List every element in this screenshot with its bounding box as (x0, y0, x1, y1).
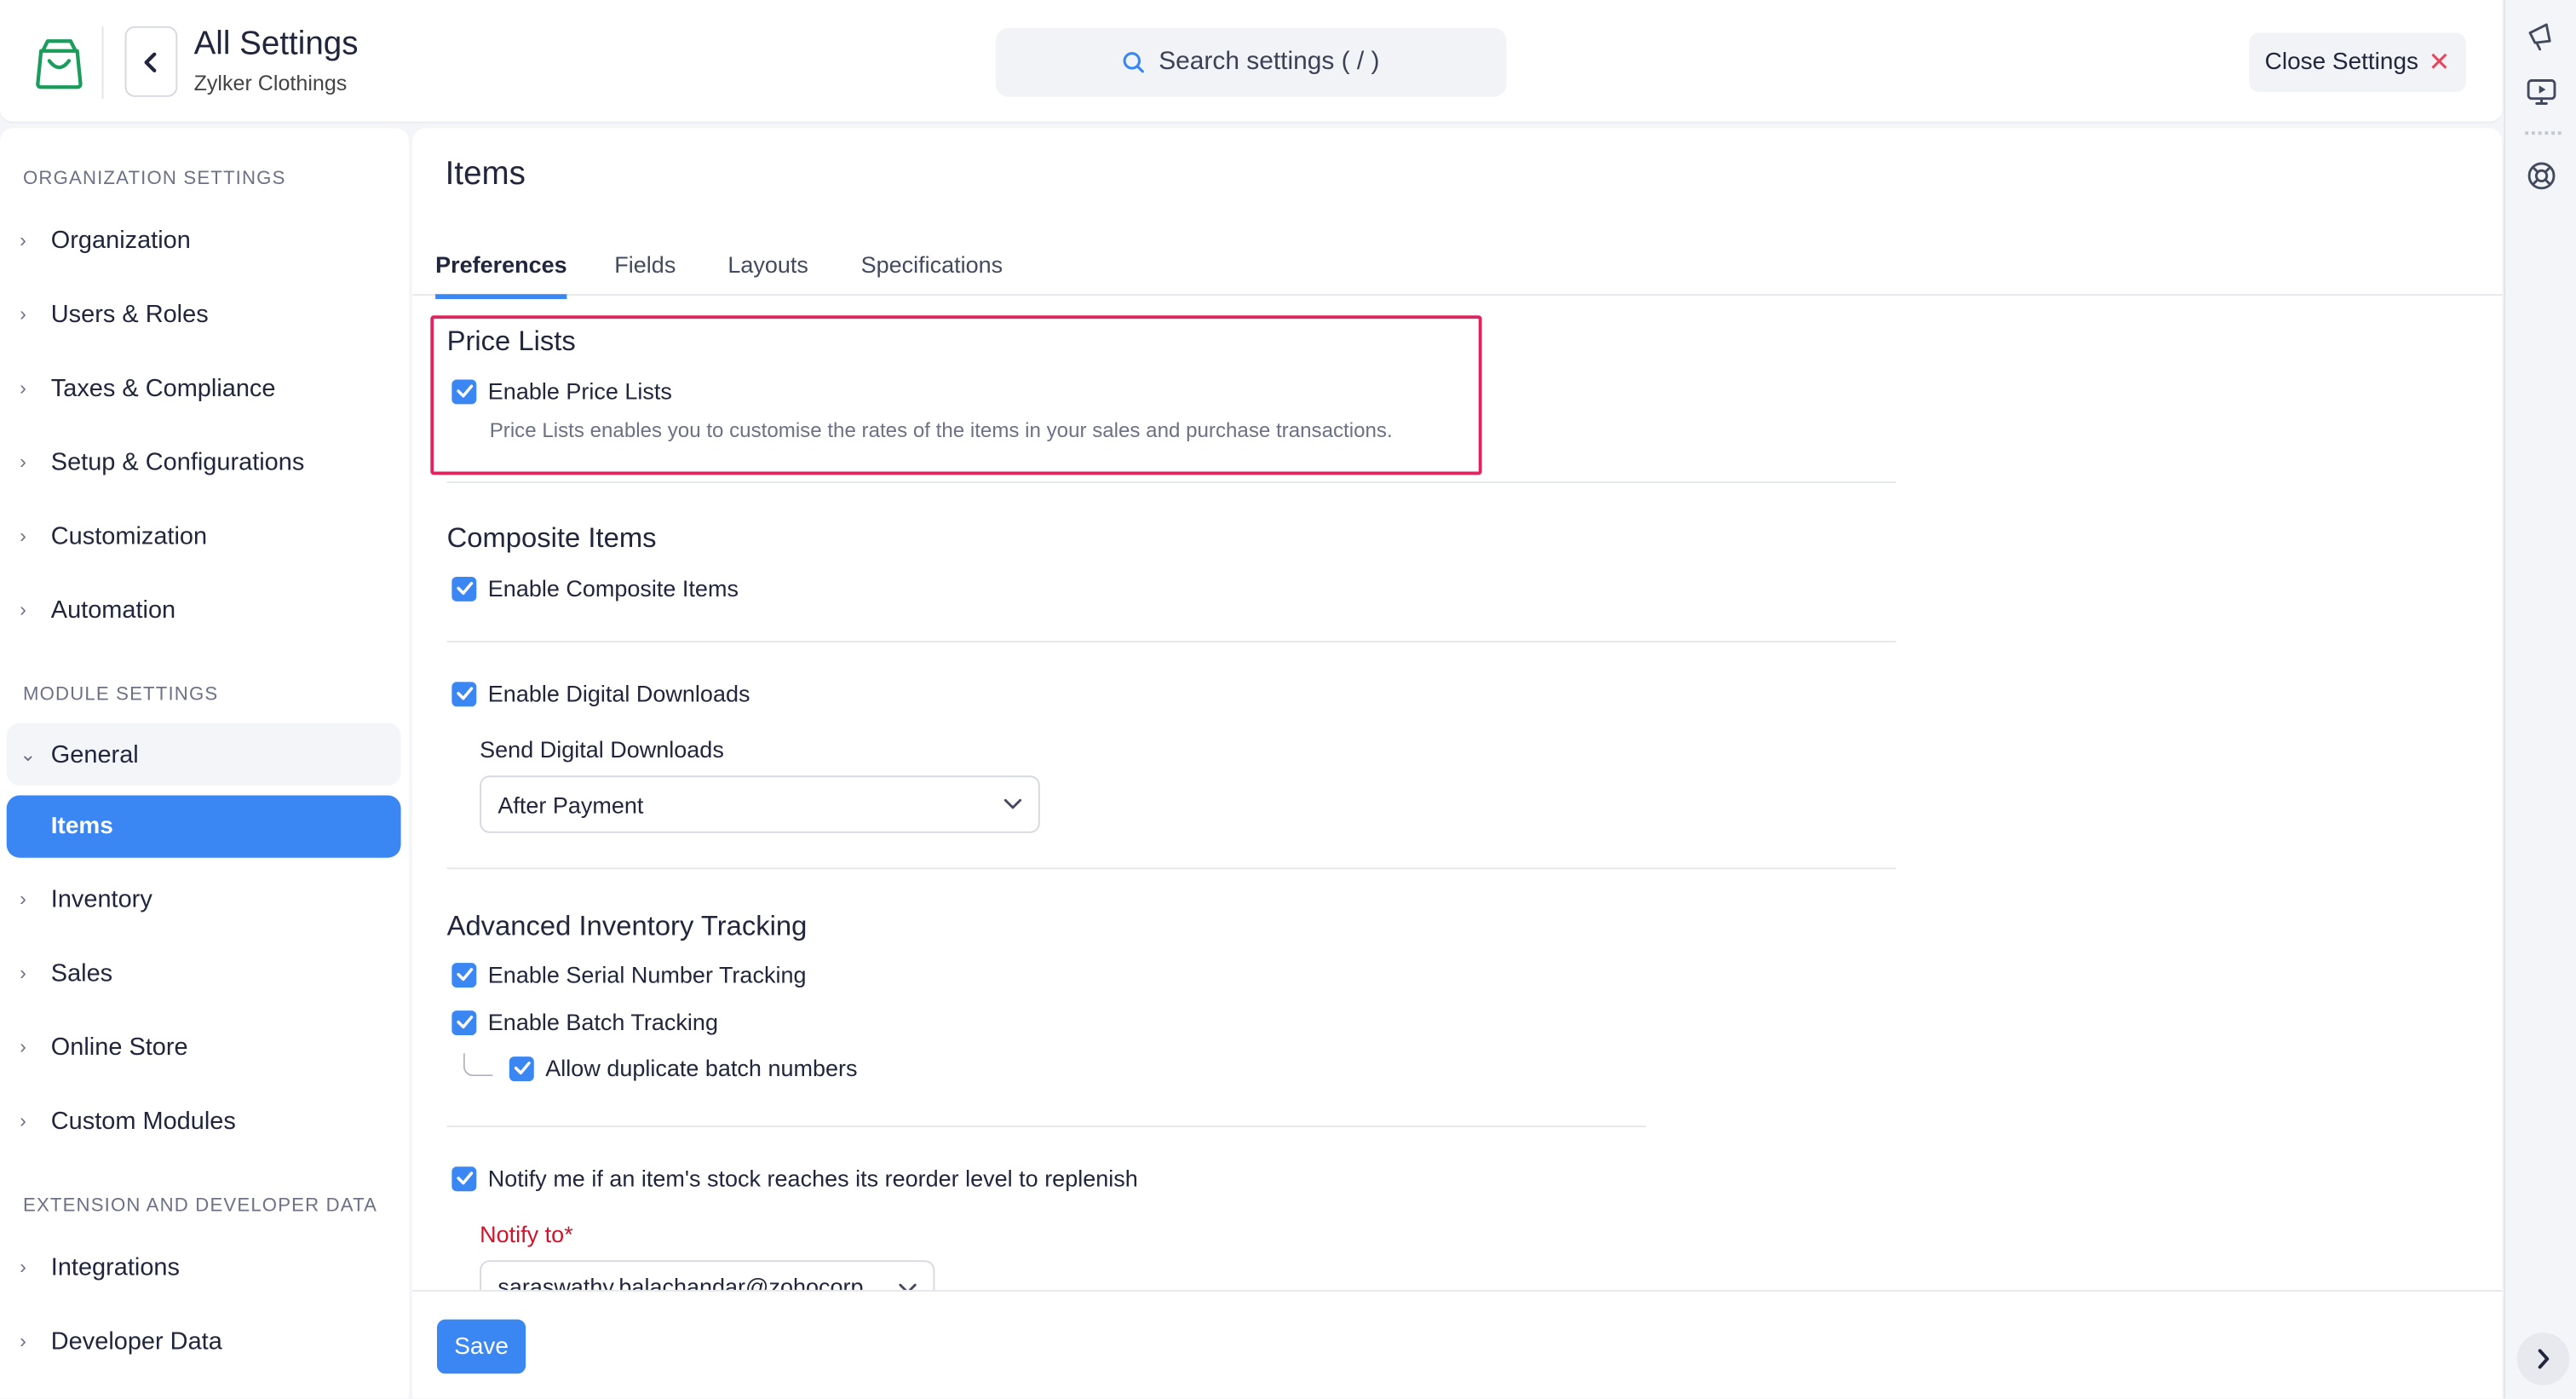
notify-reorder-checkbox[interactable]: Notify me if an item's stock reaches its… (451, 1165, 1138, 1191)
notify-to-email-select[interactable]: saraswathy.balachandar@zohocorp... (480, 1260, 935, 1290)
chevron-right-icon: › (20, 1329, 26, 1353)
sidebar-item-inventory[interactable]: › Inventory (7, 867, 401, 930)
checkbox-checked-icon (451, 1010, 477, 1035)
enable-digital-downloads-checkbox[interactable]: Enable Digital Downloads (451, 680, 750, 706)
enable-composite-items-checkbox[interactable]: Enable Composite Items (451, 575, 739, 602)
help-lifebuoy-icon[interactable] (2525, 159, 2558, 193)
enable-batch-tracking-checkbox[interactable]: Enable Batch Tracking (451, 1009, 718, 1035)
close-settings-label: Close Settings (2264, 49, 2418, 76)
chevron-right-icon: › (20, 376, 26, 400)
advanced-inventory-heading: Advanced Inventory Tracking (446, 910, 808, 942)
sidebar-item-integrations[interactable]: › Integrations (7, 1235, 401, 1298)
tab-layouts[interactable]: Layouts (727, 251, 808, 294)
chevron-down-icon (899, 1283, 917, 1290)
close-settings-button[interactable]: Close Settings ✕ (2249, 32, 2466, 93)
sidebar-item-sales[interactable]: › Sales (7, 941, 401, 1004)
sidebar-item-custom-modules[interactable]: › Custom Modules (7, 1090, 401, 1152)
chevron-right-icon: › (20, 450, 26, 474)
top-header: All Settings Zylker Clothings Search set… (0, 0, 2503, 124)
section-title: Items (445, 156, 526, 193)
chevron-right-icon: › (20, 887, 26, 911)
tab-fields[interactable]: Fields (614, 251, 676, 294)
shopping-bag-logo-icon (36, 39, 83, 89)
organization-name: Zylker Clothings (193, 70, 348, 95)
checkbox-checked-icon (451, 962, 477, 987)
chevron-right-icon: › (20, 1108, 26, 1132)
chevron-down-icon (1003, 798, 1022, 809)
tab-specifications[interactable]: Specifications (861, 251, 1003, 294)
enable-price-lists-checkbox[interactable]: Enable Price Lists (451, 378, 672, 404)
megaphone-icon[interactable] (2525, 20, 2558, 53)
checkbox-checked-icon (451, 1166, 477, 1191)
close-icon: ✕ (2428, 49, 2451, 78)
divider (446, 867, 1896, 870)
settings-main-panel: Items Preferences Fields Layouts Specifi… (412, 128, 2503, 1399)
divider (446, 481, 1896, 484)
chevron-left-icon (144, 51, 157, 72)
chevron-right-icon (2538, 1349, 2550, 1369)
preferences-content: Price Lists Enable Price Lists Price Lis… (412, 297, 2502, 1290)
sidebar-item-automation[interactable]: › Automation (7, 579, 401, 641)
rail-divider (2525, 131, 2562, 135)
tab-preferences[interactable]: Preferences (435, 251, 567, 300)
section-label-organization: ORGANIZATION SETTINGS (23, 169, 286, 189)
sidebar-item-online-store[interactable]: › Online Store (7, 1016, 401, 1078)
sidebar-item-taxes[interactable]: › Taxes & Compliance (7, 357, 401, 419)
chevron-right-icon: › (20, 1035, 26, 1059)
notify-to-label: Notify to* (480, 1220, 573, 1247)
enable-serial-tracking-checkbox[interactable]: Enable Serial Number Tracking (451, 961, 806, 987)
chevron-right-icon: › (20, 1255, 26, 1279)
sidebar-item-developer-data[interactable]: › Developer Data (7, 1310, 401, 1372)
sidebar-item-customization[interactable]: › Customization (7, 504, 401, 567)
send-digital-downloads-select[interactable]: After Payment (480, 775, 1040, 833)
sidebar-item-general[interactable]: ⌄ General (6, 723, 401, 786)
checkbox-checked-icon (451, 378, 477, 404)
settings-sidebar: ORGANIZATION SETTINGS › Organization › Use… (0, 128, 410, 1399)
sidebar-item-setup[interactable]: › Setup & Configurations (7, 430, 401, 492)
video-tutorial-icon[interactable] (2525, 76, 2558, 109)
chevron-right-icon: › (20, 598, 26, 622)
search-placeholder: Search settings ( / ) (1159, 47, 1380, 76)
sidebar-item-items[interactable]: Items (6, 795, 401, 858)
save-button[interactable]: Save (437, 1319, 526, 1374)
page-title: All Settings (193, 26, 359, 63)
checkbox-checked-icon (451, 575, 477, 601)
expand-panel-button[interactable] (2516, 1333, 2570, 1385)
search-input[interactable]: Search settings ( / ) (995, 27, 1507, 97)
chevron-down-icon: ⌄ (20, 742, 37, 766)
divider (446, 1126, 1647, 1128)
tab-bar: Preferences Fields Layouts Specification… (412, 227, 2503, 300)
allow-duplicate-batch-checkbox[interactable]: Allow duplicate batch numbers (509, 1055, 858, 1081)
divider (446, 641, 1896, 643)
section-label-modules: MODULE SETTINGS (23, 685, 219, 705)
chevron-right-icon: › (20, 961, 26, 985)
price-lists-description: Price Lists enables you to customise the… (489, 418, 1393, 442)
chevron-right-icon: › (20, 524, 26, 548)
price-lists-heading: Price Lists (446, 325, 576, 357)
composite-items-heading: Composite Items (446, 522, 657, 554)
checkbox-checked-icon (451, 681, 477, 706)
header-divider (101, 26, 104, 99)
sidebar-item-users-roles[interactable]: › Users & Roles (7, 283, 401, 345)
section-label-extensions: EXTENSION AND DEVELOPER DATA (23, 1196, 378, 1217)
chevron-right-icon: › (20, 302, 26, 325)
send-digital-downloads-label: Send Digital Downloads (480, 736, 724, 763)
back-button[interactable] (124, 26, 178, 97)
checkbox-checked-icon (509, 1056, 534, 1081)
chevron-right-icon: › (20, 228, 26, 252)
sidebar-item-organization[interactable]: › Organization (7, 209, 401, 271)
right-utility-rail (2504, 0, 2576, 1399)
nested-branch-connector (463, 1053, 493, 1077)
footer-bar: Save (412, 1289, 2503, 1399)
search-icon (1124, 52, 1145, 73)
